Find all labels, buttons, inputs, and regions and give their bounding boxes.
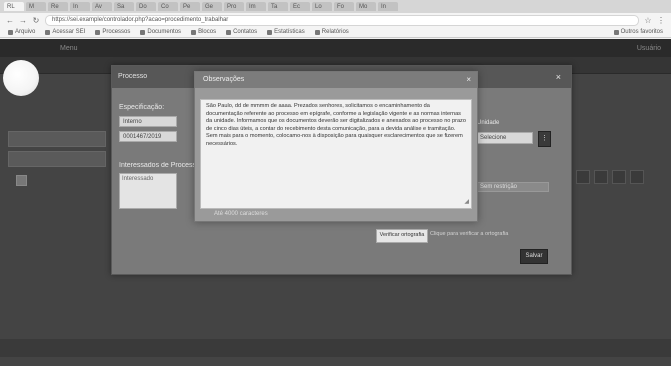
bg-footer-strip <box>0 339 671 357</box>
bg-checkbox <box>16 175 27 186</box>
browser-tab[interactable]: In <box>378 2 398 11</box>
bg-panel-2 <box>8 151 106 167</box>
browser-tab[interactable]: Ta <box>268 2 288 11</box>
browser-tab[interactable]: Fo <box>334 2 354 11</box>
restriction-field[interactable]: Sem restrição <box>477 182 549 192</box>
bookmark-label: Estatísticas <box>274 29 305 35</box>
bookmark-item[interactable]: Contatos <box>226 29 257 35</box>
reload-icon[interactable]: ↻ <box>32 16 40 25</box>
bookmark-icon <box>613 29 619 35</box>
bookmark-item[interactable]: Relatórios <box>314 29 349 35</box>
bookmark-icon <box>95 29 101 35</box>
bg-panel <box>8 131 106 147</box>
observations-text: São Paulo, dd de mmmm de aaaa. Prezados … <box>206 103 466 147</box>
bookmark-icon <box>267 29 273 35</box>
resize-handle-icon[interactable]: ◢ <box>464 199 469 207</box>
bookmark-icon <box>314 29 320 35</box>
bookmark-label: Blocos <box>198 29 217 35</box>
bookmark-label: Outros favoritos <box>620 29 663 35</box>
close-icon[interactable]: × <box>466 75 471 84</box>
bookmark-icon <box>8 29 13 35</box>
bookmark-item[interactable]: Blocos <box>191 29 216 35</box>
browser-tab[interactable]: Lo <box>312 2 332 11</box>
browser-tab[interactable]: Mo <box>356 2 376 11</box>
observations-modal-title: Observações <box>203 76 245 83</box>
cursor-highlight <box>3 60 39 96</box>
interested-textarea[interactable]: Interessado <box>119 173 177 209</box>
bookmark-icon <box>45 29 51 35</box>
star-icon[interactable]: ☆ <box>644 16 652 25</box>
bookmark-label: Contatos <box>233 29 258 35</box>
bookmark-item[interactable]: Estatísticas <box>267 29 305 35</box>
observations-modal-header: Observações × <box>195 72 477 88</box>
bookmark-label: Documentos <box>147 29 182 35</box>
browser-tab[interactable]: Re <box>48 2 68 11</box>
observations-textarea[interactable]: São Paulo, dd de mmmm de aaaa. Prezados … <box>200 99 472 209</box>
browser-tab[interactable]: In <box>70 2 90 11</box>
spellcheck-button[interactable]: Verificar ortografia <box>376 229 428 243</box>
browser-tab[interactable]: RL <box>4 2 24 11</box>
browser-tab[interactable]: Pro <box>224 2 244 11</box>
unit-label: Unidade <box>477 120 500 126</box>
unit-select[interactable]: Selecione <box>477 132 533 144</box>
bookmark-item[interactable]: Documentos <box>140 29 181 35</box>
character-counter: Até 4000 caracteres <box>214 211 268 217</box>
browser-tab[interactable]: Im <box>246 2 266 11</box>
app-top-bar: Menu Usuário <box>0 39 671 57</box>
save-button[interactable]: Salvar <box>520 249 548 264</box>
bookmark-icon <box>191 29 197 35</box>
browser-tab[interactable]: Sa <box>114 2 134 11</box>
bookmark-item[interactable]: Arquivo <box>8 29 35 35</box>
bg-tool-icon <box>594 170 608 184</box>
specification-label: Especificação: <box>119 104 165 111</box>
forward-icon[interactable]: → <box>19 16 27 25</box>
browser-tab-strip: RL M Re In Av Sa Do Co Pe Ge Pro Im Ta Ec Lo Fo Mo In <box>0 0 671 13</box>
spellcheck-info: Clique para verificar a ortografia <box>430 231 509 237</box>
back-icon[interactable]: ← <box>6 16 14 25</box>
bookmark-label: Relatórios <box>321 29 349 35</box>
process-number-input[interactable]: 0001467/2019 <box>119 131 177 142</box>
bookmark-label: Acessar SEI <box>52 29 86 35</box>
bg-tool-icon <box>576 170 590 184</box>
browser-tab[interactable]: Ge <box>202 2 222 11</box>
observations-modal: Observações × São Paulo, dd de mmmm de a… <box>194 71 478 222</box>
close-icon[interactable]: × <box>556 72 561 82</box>
bookmark-item[interactable]: Outros favoritos <box>613 29 663 35</box>
specification-input[interactable]: Interno <box>119 116 177 127</box>
browser-tab[interactable]: M <box>26 2 46 11</box>
bookmarks-bar: Arquivo Acessar SEI Processos Documentos Blo… <box>0 27 671 38</box>
browser-tab[interactable]: Pe <box>180 2 200 11</box>
browser-tab[interactable]: Ec <box>290 2 310 11</box>
app-brand[interactable]: Menu <box>60 45 78 52</box>
browser-tab[interactable]: Av <box>92 2 112 11</box>
browser-address-bar: ← → ↻ https://sei.example/controlador.ph… <box>0 13 671 27</box>
bg-tool-icon <box>612 170 626 184</box>
app-user[interactable]: Usuário <box>637 45 661 52</box>
url-input[interactable]: https://sei.example/controlador.php?acao… <box>45 14 639 26</box>
bookmark-item[interactable]: Acessar SEI <box>45 29 85 35</box>
bg-tool-icon <box>630 170 644 184</box>
browser-tab[interactable]: Do <box>136 2 156 11</box>
browser-tab[interactable]: Co <box>158 2 178 11</box>
add-unit-button[interactable]: ⋮ <box>538 131 551 147</box>
bookmark-item[interactable]: Processos <box>95 29 130 35</box>
bookmark-icon <box>226 29 232 35</box>
bg-toolbar-icons <box>576 170 644 184</box>
bookmark-label: Processos <box>102 29 131 35</box>
process-modal-title: Processo <box>118 73 148 80</box>
menu-icon[interactable]: ⋮ <box>657 16 665 25</box>
bookmark-label: Arquivo <box>15 29 36 35</box>
bookmark-icon <box>140 29 146 35</box>
